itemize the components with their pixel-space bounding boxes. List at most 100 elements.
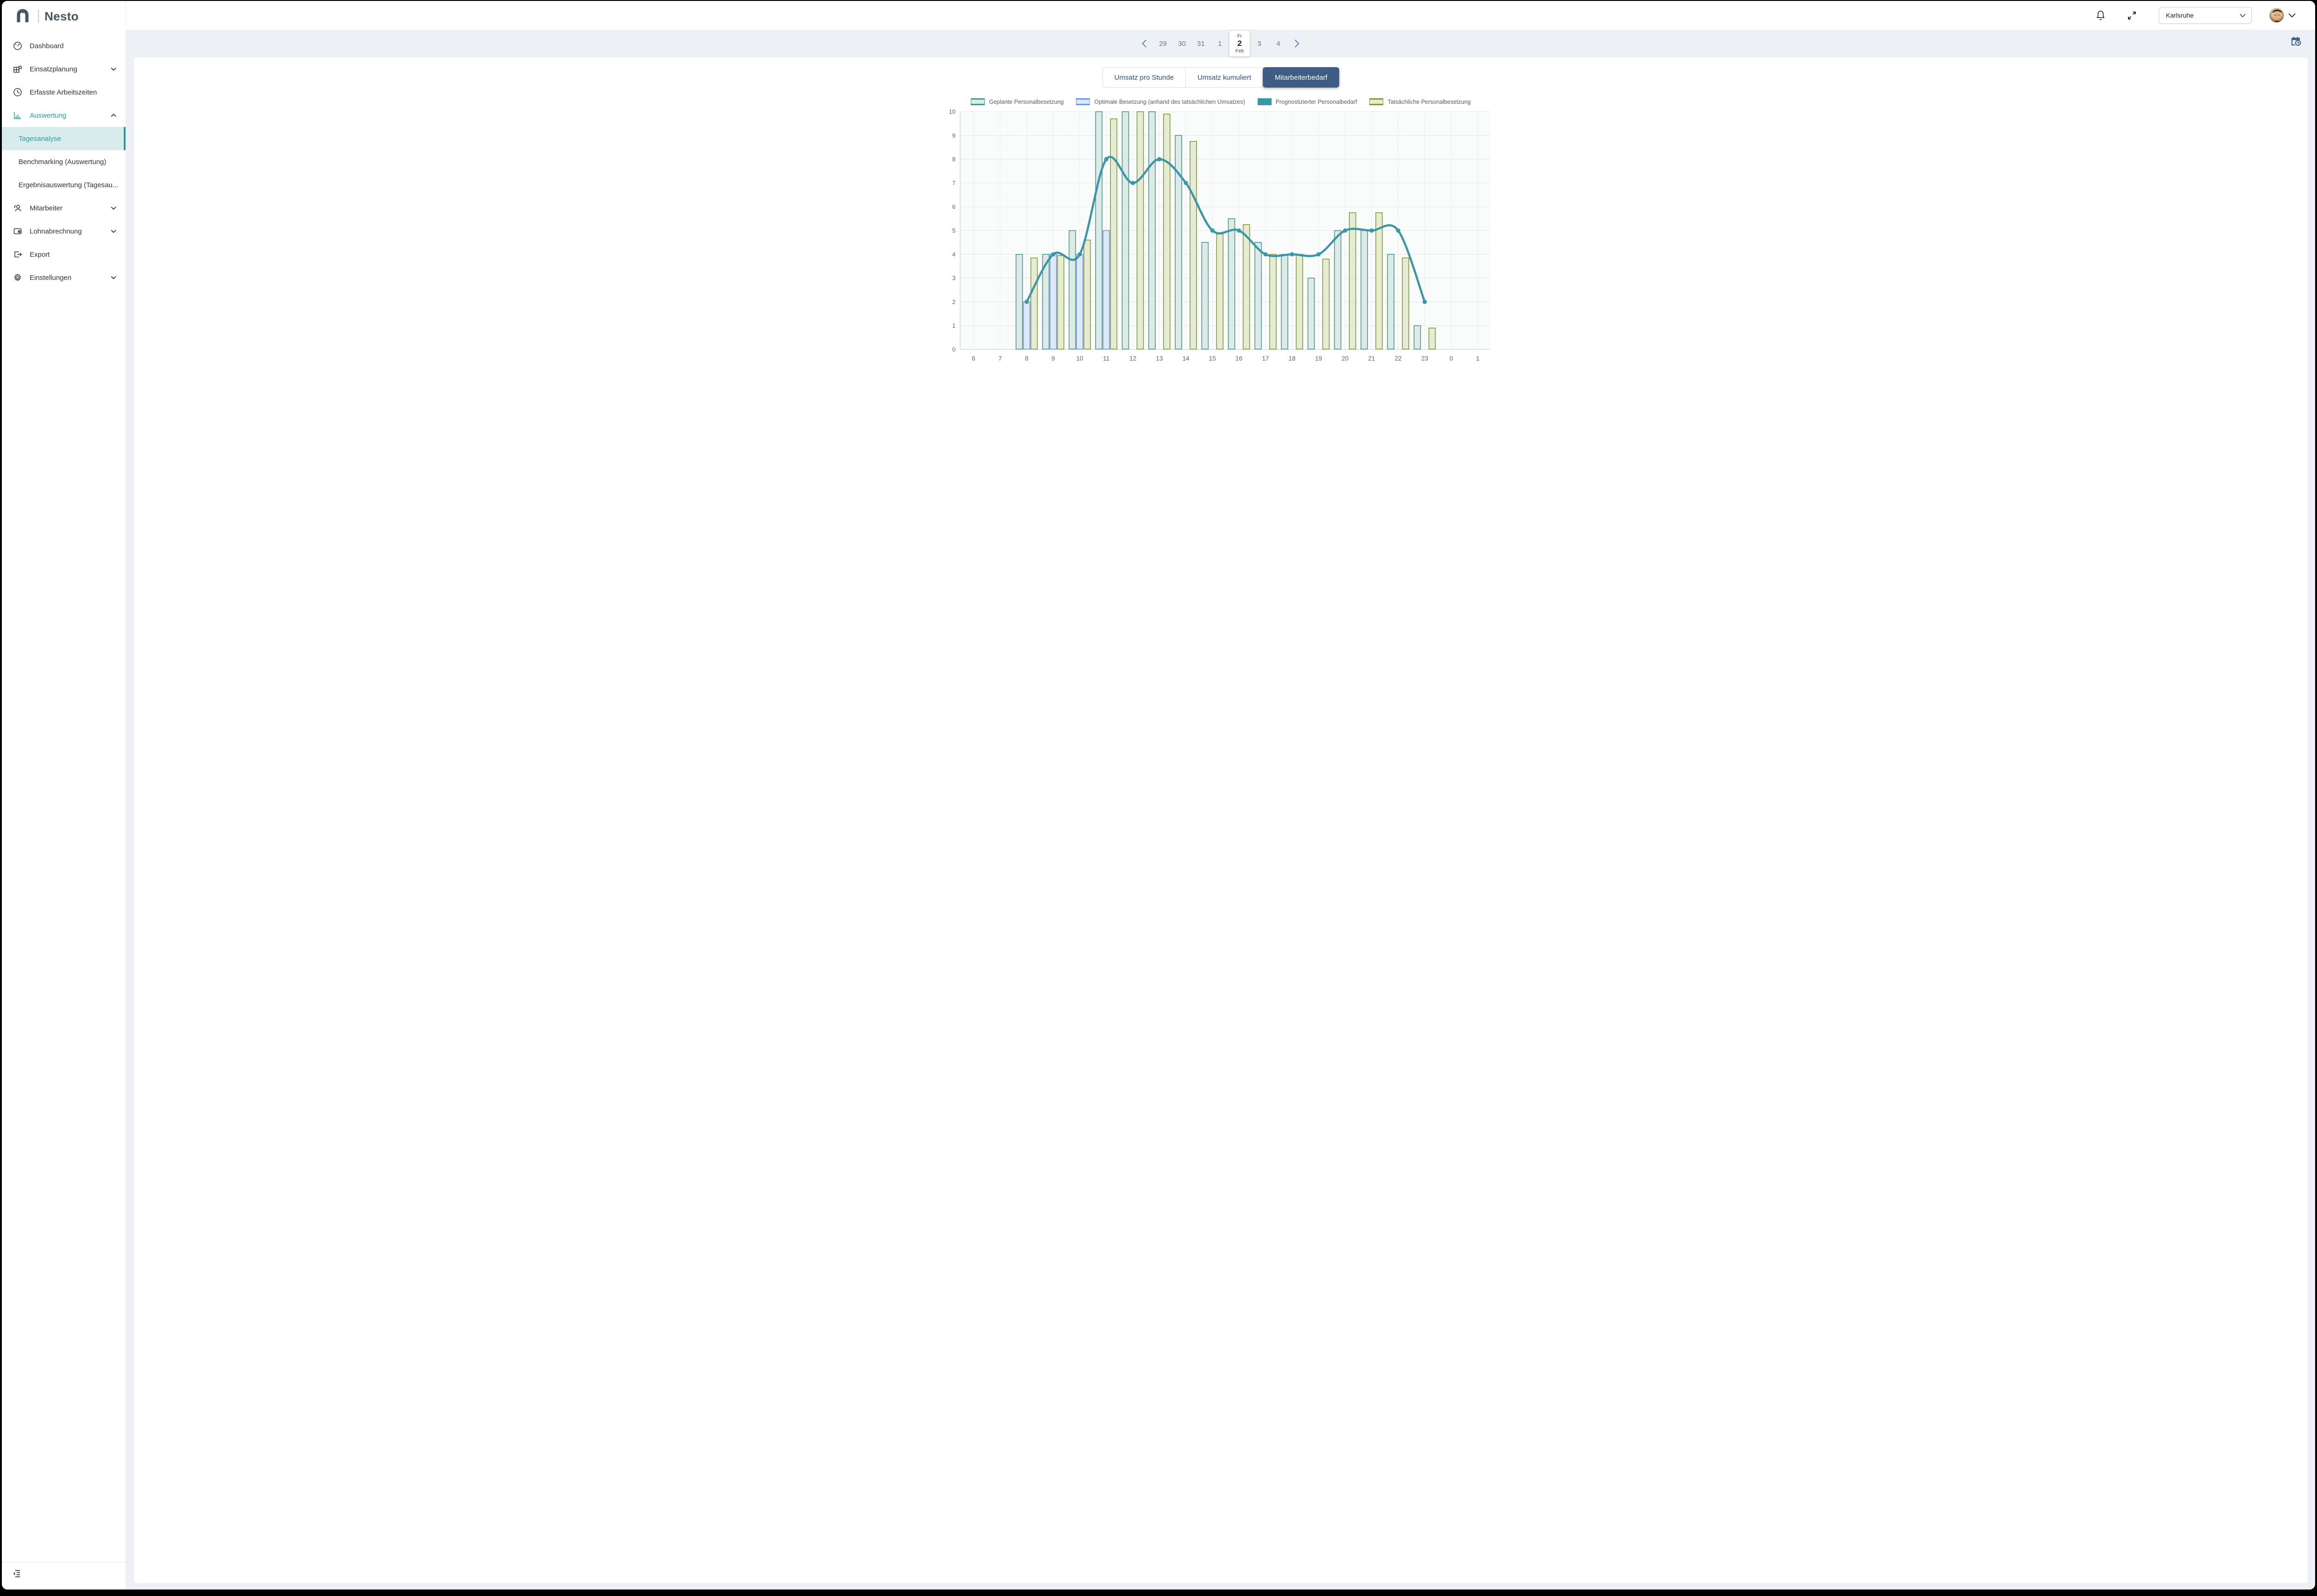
sidebar-item-label: Export bbox=[30, 251, 50, 259]
selected-month: Feb bbox=[1235, 48, 1244, 54]
legend-label: Prognostizierter Personalbedarf bbox=[1276, 99, 1357, 105]
svg-text:14: 14 bbox=[1182, 355, 1190, 362]
date-pager: 29 30 31 1 Fr 2 Feb 3 4 bbox=[1135, 31, 1306, 57]
sidebar-nav: Dashboard Einsatzplanung Erfasste Arbeit… bbox=[2, 28, 126, 289]
bell-icon bbox=[2095, 10, 2106, 21]
chart-legend: Geplante Personalbesetzung Optimale Bese… bbox=[971, 98, 1470, 105]
sidebar-item-label: Lohnabrechnung bbox=[30, 228, 82, 235]
date-navigation: 29 30 31 1 Fr 2 Feb 3 4 bbox=[126, 30, 2315, 57]
svg-text:16: 16 bbox=[1235, 355, 1242, 362]
svg-text:19: 19 bbox=[1315, 355, 1322, 362]
svg-text:13: 13 bbox=[1156, 355, 1163, 362]
logo-name: Nesto bbox=[44, 9, 79, 24]
selected-day-number: 2 bbox=[1237, 39, 1241, 48]
svg-text:2: 2 bbox=[952, 298, 955, 305]
chart-card: Umsatz pro Stunde Umsatz kumuliert Mitar… bbox=[134, 57, 2308, 1583]
day-option[interactable]: 31 bbox=[1191, 40, 1210, 48]
tab-umsatz-kumuliert[interactable]: Umsatz kumuliert bbox=[1185, 67, 1263, 88]
svg-text:7: 7 bbox=[998, 355, 1002, 362]
chevron-right-icon bbox=[1294, 39, 1299, 48]
user-menu[interactable] bbox=[2269, 8, 2296, 23]
day-option[interactable]: 4 bbox=[1269, 40, 1288, 48]
sidebar-subitem-ergebnisauswertung[interactable]: Ergebnisauswertung (Tagesau... bbox=[2, 173, 126, 196]
legend-item[interactable]: Optimale Besetzung (anhand des tatsächli… bbox=[1076, 98, 1245, 105]
chevron-left-icon bbox=[1142, 39, 1147, 48]
sidebar-subitem-label: Tagesanalyse bbox=[19, 135, 61, 143]
day-option[interactable]: 1 bbox=[1210, 40, 1229, 48]
location-select[interactable]: Karlsruhe bbox=[2159, 7, 2252, 24]
legend-item[interactable]: Prognostizierter Personalbedarf bbox=[1258, 98, 1357, 105]
app-window: Nesto Dashboard Einsatzplanung Erfasste … bbox=[2, 1, 2315, 1590]
day-option[interactable]: 3 bbox=[1250, 40, 1269, 48]
svg-text:17: 17 bbox=[1262, 355, 1269, 362]
svg-text:1: 1 bbox=[1476, 355, 1480, 362]
sidebar-item-lohnabrechnung[interactable]: Lohnabrechnung bbox=[2, 220, 126, 243]
notifications-button[interactable] bbox=[2095, 10, 2106, 21]
svg-text:7: 7 bbox=[952, 179, 955, 186]
svg-text:0: 0 bbox=[952, 346, 955, 353]
chevron-down-icon bbox=[111, 67, 116, 71]
selected-day-card[interactable]: Fr 2 Feb bbox=[1229, 31, 1250, 57]
sidebar: Nesto Dashboard Einsatzplanung Erfasste … bbox=[2, 1, 126, 1590]
avatar-face bbox=[2270, 8, 2284, 23]
avatar bbox=[2269, 8, 2284, 23]
calendar-picker-button[interactable] bbox=[2290, 35, 2302, 47]
svg-text:22: 22 bbox=[1394, 355, 1401, 362]
sidebar-item-dashboard[interactable]: Dashboard bbox=[2, 34, 126, 57]
sidebar-subitem-benchmarking[interactable]: Benchmarking (Auswertung) bbox=[2, 150, 126, 173]
chevron-down-icon bbox=[111, 229, 116, 233]
chevron-down-icon bbox=[2240, 13, 2246, 18]
svg-text:10: 10 bbox=[949, 108, 955, 115]
prev-day-button[interactable] bbox=[1135, 39, 1153, 48]
main-area: Karlsruhe 29 30 31 1 Fr bbox=[126, 1, 2315, 1590]
sidebar-item-einsatzplanung[interactable]: Einsatzplanung bbox=[2, 57, 126, 81]
fullscreen-button[interactable] bbox=[2127, 11, 2137, 20]
planning-grid-icon bbox=[13, 64, 22, 74]
svg-text:3: 3 bbox=[952, 275, 955, 282]
calendar-clock-icon bbox=[2290, 35, 2302, 47]
selected-weekday: Fr bbox=[1237, 33, 1242, 39]
expand-icon bbox=[2127, 11, 2137, 20]
day-option[interactable]: 29 bbox=[1153, 40, 1172, 48]
svg-text:8: 8 bbox=[952, 156, 955, 163]
wallet-icon bbox=[13, 227, 22, 236]
bar-chart-icon bbox=[13, 111, 22, 120]
legend-label: Optimale Besetzung (anhand des tatsächli… bbox=[1094, 99, 1245, 105]
sidebar-item-erfasste-arbeitszeiten[interactable]: Erfasste Arbeitszeiten bbox=[2, 81, 126, 104]
sidebar-item-mitarbeiter[interactable]: Mitarbeiter bbox=[2, 196, 126, 220]
sidebar-item-label: Mitarbeiter bbox=[30, 204, 63, 212]
svg-text:12: 12 bbox=[1129, 355, 1136, 362]
svg-text:21: 21 bbox=[1368, 355, 1375, 362]
legend-item[interactable]: Tatsächliche Personalbesetzung bbox=[1369, 98, 1470, 105]
svg-text:1: 1 bbox=[952, 322, 955, 329]
svg-text:18: 18 bbox=[1288, 355, 1295, 362]
brand-logo[interactable]: Nesto bbox=[2, 1, 126, 28]
gear-icon bbox=[13, 273, 22, 282]
legend-item[interactable]: Geplante Personalbesetzung bbox=[971, 98, 1064, 105]
sidebar-subitem-tagesanalyse[interactable]: Tagesanalyse bbox=[2, 127, 126, 150]
legend-swatch-tatsaechliche bbox=[1369, 98, 1383, 105]
svg-text:4: 4 bbox=[952, 251, 955, 258]
svg-text:5: 5 bbox=[952, 227, 955, 234]
sidebar-item-auswertung[interactable]: Auswertung bbox=[2, 104, 126, 127]
chart-tabs: Umsatz pro Stunde Umsatz kumuliert Mitar… bbox=[1102, 67, 1340, 88]
tab-umsatz-pro-stunde[interactable]: Umsatz pro Stunde bbox=[1102, 67, 1186, 88]
dashboard-icon bbox=[13, 41, 22, 51]
legend-swatch-prognostizierter bbox=[1258, 98, 1272, 105]
sidebar-item-label: Erfasste Arbeitszeiten bbox=[30, 89, 97, 96]
next-day-button[interactable] bbox=[1288, 39, 1306, 48]
svg-text:8: 8 bbox=[1025, 355, 1028, 362]
sidebar-item-export[interactable]: Export bbox=[2, 243, 126, 266]
day-option[interactable]: 30 bbox=[1172, 40, 1191, 48]
location-select-value: Karlsruhe bbox=[2166, 12, 2194, 19]
sidebar-item-label: Dashboard bbox=[30, 42, 63, 50]
top-bar: Karlsruhe bbox=[126, 1, 2315, 30]
svg-text:6: 6 bbox=[972, 355, 975, 362]
staffing-chart: 0123456789106789101112131415161718192021… bbox=[941, 105, 1501, 365]
collapse-sidebar-button[interactable] bbox=[13, 1570, 22, 1578]
logo-divider bbox=[38, 10, 39, 23]
sidebar-item-einstellungen[interactable]: Einstellungen bbox=[2, 266, 126, 289]
clock-icon bbox=[13, 88, 22, 97]
chevron-down-icon bbox=[2288, 13, 2296, 18]
tab-mitarbeiterbedarf[interactable]: Mitarbeiterbedarf bbox=[1263, 67, 1339, 88]
